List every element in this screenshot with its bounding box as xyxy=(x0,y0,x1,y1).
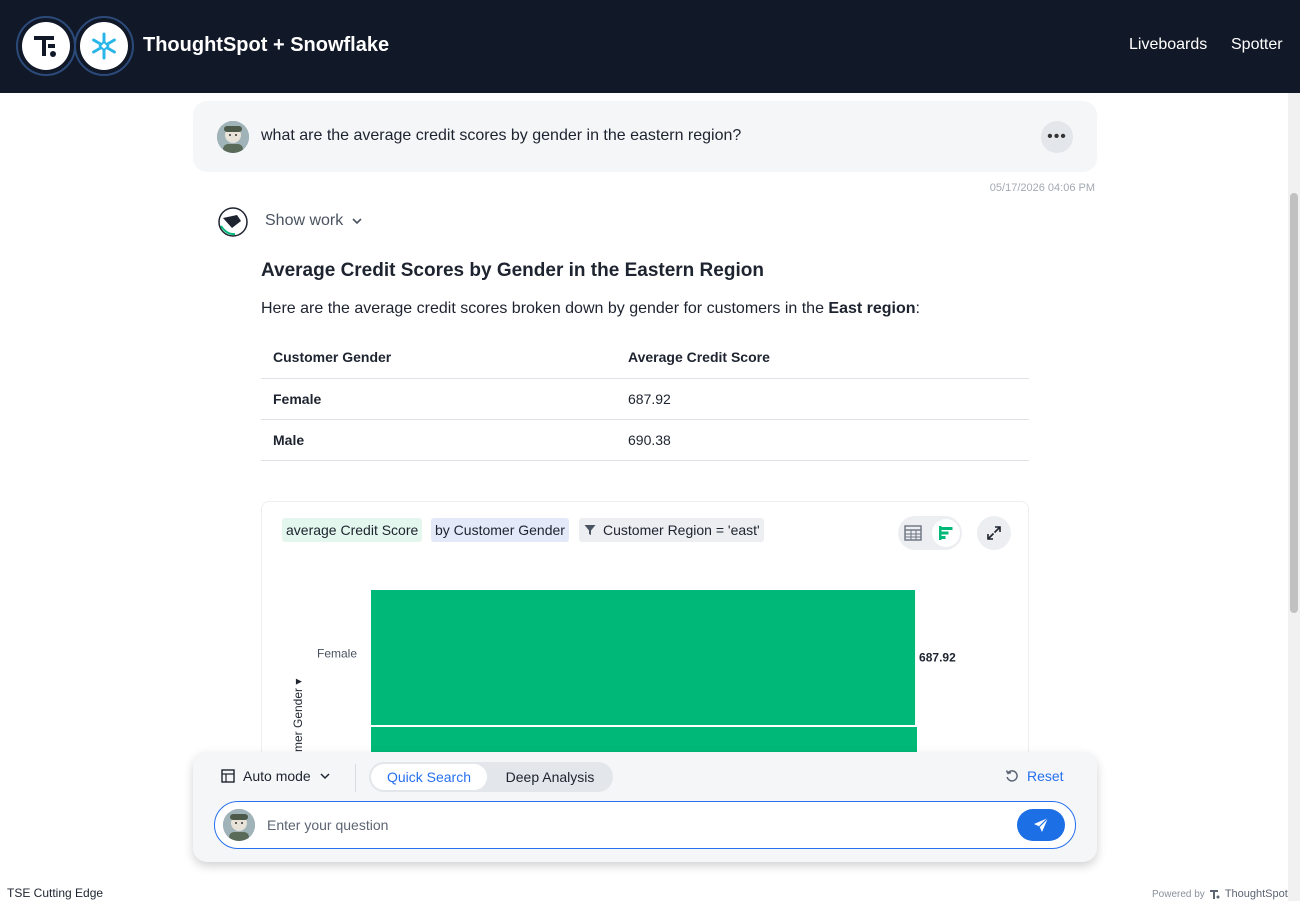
table-header-row: Customer Gender Average Credit Score xyxy=(261,337,1029,379)
mode-label: Auto mode xyxy=(243,768,311,784)
tab-quick-search[interactable]: Quick Search xyxy=(371,764,487,790)
reset-label: Reset xyxy=(1027,768,1064,784)
tab-deep-analysis[interactable]: Deep Analysis xyxy=(491,764,609,790)
powered-by: Powered by ThoughtSpot xyxy=(1152,888,1288,900)
user-question-bubble: what are the average credit scores by ge… xyxy=(193,101,1097,172)
thoughtspot-logo[interactable] xyxy=(16,16,76,76)
thoughtspot-small-icon xyxy=(1209,890,1220,899)
filter-icon xyxy=(584,525,596,535)
measure-token[interactable]: average Credit Score xyxy=(282,518,423,542)
mode-dropdown[interactable]: Auto mode xyxy=(221,768,331,784)
category-label: Female xyxy=(317,647,357,661)
chart-card: average Credit Score by Customer Gender … xyxy=(261,501,1029,762)
answer-desc-suffix: : xyxy=(915,300,920,317)
avatar-image-icon xyxy=(223,809,255,841)
attribute-token[interactable]: by Customer Gender xyxy=(431,518,569,542)
y-axis-title[interactable]: mer Gender ▾ xyxy=(291,679,305,752)
view-toggle xyxy=(898,516,962,550)
filter-token-label: Customer Region = 'east' xyxy=(603,522,760,538)
table-row: Male 690.38 xyxy=(261,419,1029,461)
table-cell-score: 687.92 xyxy=(616,378,1029,420)
answer-desc-bold: East region xyxy=(828,300,916,317)
reset-icon xyxy=(1005,770,1018,782)
table-header-gender: Customer Gender xyxy=(261,337,616,379)
table-view-icon[interactable] xyxy=(904,524,922,542)
expand-button[interactable] xyxy=(977,516,1011,550)
data-label: 687.92 xyxy=(919,651,956,665)
thoughtspot-logo-icon xyxy=(34,36,56,57)
question-input-box xyxy=(214,801,1076,849)
avatar-image-icon xyxy=(217,121,249,153)
answer-title: Average Credit Scores by Gender in the E… xyxy=(261,260,764,281)
send-icon xyxy=(1034,817,1049,832)
message-timestamp: 05/17/2026 04:06 PM xyxy=(989,182,1095,194)
more-options-button[interactable]: ••• xyxy=(1041,121,1073,153)
table-cell-gender: Female xyxy=(261,378,616,420)
powered-by-brand: ThoughtSpot xyxy=(1224,888,1288,900)
user-avatar xyxy=(223,809,255,841)
send-button[interactable] xyxy=(1017,809,1065,841)
powered-by-label: Powered by xyxy=(1152,888,1205,900)
top-bar: ThoughtSpot + Snowflake Liveboards Spott… xyxy=(0,0,1300,93)
chevron-down-icon xyxy=(320,773,330,780)
table-layout-icon xyxy=(221,769,235,783)
page-scrollbar[interactable] xyxy=(1288,93,1300,901)
table-cell-score: 690.38 xyxy=(616,419,1029,461)
scroll-thumb[interactable] xyxy=(1290,193,1298,613)
spotter-bot-icon xyxy=(218,207,248,237)
expand-icon xyxy=(987,526,1001,540)
table-cell-gender: Male xyxy=(261,419,616,461)
question-input[interactable] xyxy=(267,814,1007,836)
reset-button[interactable]: Reset xyxy=(1005,768,1064,784)
footer-org-name: TSE Cutting Edge xyxy=(7,886,104,900)
table-header-score: Average Credit Score xyxy=(616,337,1029,379)
composer-panel: Auto mode Quick Search Deep Analysis Res… xyxy=(193,752,1097,862)
snowflake-logo-icon xyxy=(92,32,116,60)
divider xyxy=(355,764,356,792)
show-work-toggle[interactable]: Show work xyxy=(265,212,363,230)
chevron-down-icon xyxy=(352,218,362,225)
app-title: ThoughtSpot + Snowflake xyxy=(143,34,390,56)
answer-description: Here are the average credit scores broke… xyxy=(261,300,920,318)
bar-chart: Female687.92Male690.38mer Gender ▾ xyxy=(291,590,956,762)
bar-chart-icon xyxy=(939,526,953,540)
nav-spotter[interactable]: Spotter xyxy=(1231,36,1283,54)
ellipsis-icon: ••• xyxy=(1047,128,1067,145)
nav-liveboards[interactable]: Liveboards xyxy=(1129,36,1207,54)
answer-desc-text: Here are the average credit scores broke… xyxy=(261,300,829,317)
table-row: Female 687.92 xyxy=(261,378,1029,420)
search-mode-tabs: Quick Search Deep Analysis xyxy=(369,762,613,792)
snowflake-logo[interactable] xyxy=(74,16,134,76)
bar-female[interactable] xyxy=(371,590,916,725)
user-avatar xyxy=(217,121,249,153)
results-table: Customer Gender Average Credit Score Fem… xyxy=(261,337,1029,461)
question-text: what are the average credit scores by ge… xyxy=(261,127,742,144)
filter-token[interactable]: Customer Region = 'east' xyxy=(579,518,764,542)
show-work-label: Show work xyxy=(265,212,344,229)
chart-view-button[interactable] xyxy=(932,519,960,547)
